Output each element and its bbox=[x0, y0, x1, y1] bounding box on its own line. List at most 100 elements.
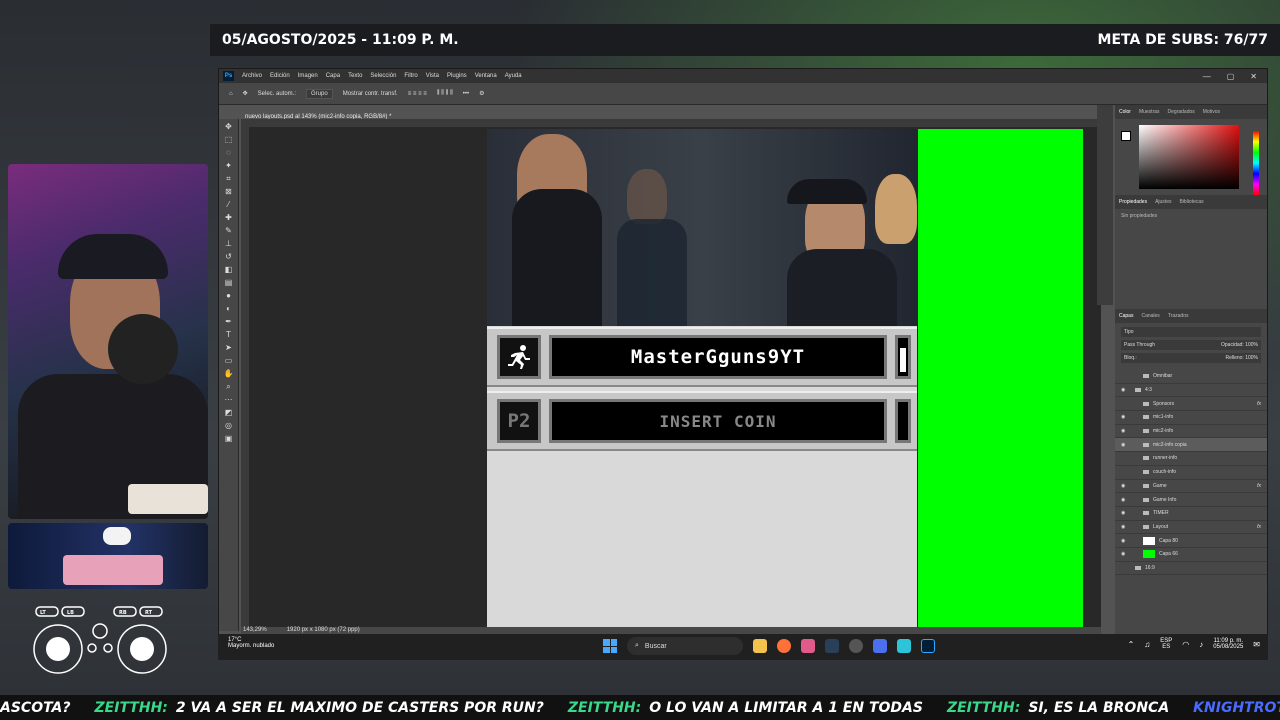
system-clock[interactable]: 11:09 p. m. 05/08/2025 bbox=[1213, 638, 1243, 650]
document-canvas[interactable]: MasterGguns9YT P2 INSERT COIN bbox=[487, 129, 917, 627]
healing-brush-tool-icon[interactable]: ✚ bbox=[224, 214, 234, 222]
visibility-eye-icon[interactable]: ◉ bbox=[1121, 497, 1127, 503]
path-selection-tool-icon[interactable]: ➤ bbox=[224, 344, 234, 352]
tab-adjustments[interactable]: Ajustes bbox=[1155, 199, 1171, 205]
tray-app-icon[interactable]: ♫ bbox=[1144, 640, 1150, 649]
opacity-field[interactable]: Opacidad: 100% bbox=[1221, 342, 1258, 348]
obs-icon[interactable] bbox=[849, 639, 863, 653]
layer-row[interactable]: ◉ Game fx bbox=[1115, 480, 1267, 494]
visibility-eye-icon[interactable]: ◉ bbox=[1121, 551, 1127, 557]
windows-start-icon[interactable] bbox=[603, 639, 617, 653]
photoshop-taskbar-icon[interactable] bbox=[921, 639, 935, 653]
magic-wand-tool-icon[interactable]: ✦ bbox=[224, 162, 234, 170]
more-tools-icon[interactable]: ⋯ bbox=[224, 396, 234, 404]
visibility-eye-icon[interactable]: ◉ bbox=[1121, 483, 1127, 489]
wifi-icon[interactable]: ◠ bbox=[1182, 640, 1189, 649]
auto-select-checkbox[interactable]: Selec. autom.: bbox=[258, 91, 296, 97]
color-picker-field[interactable] bbox=[1139, 125, 1239, 189]
auto-select-dropdown[interactable]: Grupo bbox=[306, 88, 333, 99]
layer-row[interactable]: couch-info bbox=[1115, 466, 1267, 480]
layer-row[interactable]: 16:9 bbox=[1115, 562, 1267, 576]
screen-mode-icon[interactable]: ▣ bbox=[224, 435, 234, 443]
tab-channels[interactable]: Canales bbox=[1141, 313, 1159, 319]
menu-capa[interactable]: Capa bbox=[326, 73, 340, 79]
layer-row[interactable]: ◉ Layout fx bbox=[1115, 521, 1267, 535]
visibility-eye-icon[interactable]: ◉ bbox=[1121, 510, 1127, 516]
tab-layers[interactable]: Capas bbox=[1119, 313, 1133, 319]
marquee-tool-icon[interactable]: ⬚ bbox=[224, 136, 234, 144]
fill-field[interactable]: Relleno: 100% bbox=[1225, 355, 1258, 361]
canvas-area[interactable]: MasterGguns9YT P2 INSERT COIN bbox=[241, 119, 1101, 627]
taskbar-search[interactable]: ⌕ Buscar bbox=[627, 637, 743, 655]
tab-paths[interactable]: Trazados bbox=[1168, 313, 1189, 319]
distribute-icons[interactable]: ⫼ ⫼ ⫼ ⫼ bbox=[437, 90, 453, 97]
layer-effects-icon[interactable]: fx bbox=[1257, 401, 1261, 407]
tab-libraries[interactable]: Bibliotecas bbox=[1179, 199, 1203, 205]
layer-row[interactable]: Omnibar bbox=[1115, 370, 1267, 384]
visibility-eye-icon[interactable]: ◉ bbox=[1121, 414, 1127, 420]
transform-controls-checkbox[interactable]: Mostrar contr. transf. bbox=[343, 91, 398, 97]
menu-plugins[interactable]: Plugins bbox=[447, 73, 467, 79]
visibility-eye-icon[interactable]: ◉ bbox=[1121, 387, 1127, 393]
layer-row[interactable]: ◉ 4:3 bbox=[1115, 384, 1267, 398]
foreground-color-swatch[interactable] bbox=[1121, 131, 1131, 141]
tab-color[interactable]: Color bbox=[1119, 109, 1131, 115]
file-explorer-icon[interactable] bbox=[753, 639, 767, 653]
stamp-tool-icon[interactable]: ⊥ bbox=[224, 240, 234, 248]
home-icon[interactable]: ⌂ bbox=[229, 91, 233, 97]
quick-mask-icon[interactable]: ◎ bbox=[224, 422, 234, 430]
foreground-background-color-icon[interactable]: ◩ bbox=[224, 409, 234, 417]
hue-slider[interactable] bbox=[1253, 131, 1259, 195]
history-brush-tool-icon[interactable]: ↺ bbox=[224, 253, 234, 261]
tab-gradients[interactable]: Degradados bbox=[1168, 109, 1195, 115]
layer-row[interactable]: Sponsors fx bbox=[1115, 397, 1267, 412]
shape-tool-icon[interactable]: ▭ bbox=[224, 357, 234, 365]
app-icon[interactable] bbox=[801, 639, 815, 653]
firefox-icon[interactable] bbox=[777, 639, 791, 653]
menu-vista[interactable]: Vista bbox=[426, 73, 439, 79]
layer-row[interactable]: ◉ TIMER bbox=[1115, 507, 1267, 521]
visibility-eye-icon[interactable]: ◉ bbox=[1121, 428, 1127, 434]
frame-tool-icon[interactable]: ⊠ bbox=[224, 188, 234, 196]
pen-tool-icon[interactable]: ✒ bbox=[224, 318, 234, 326]
tab-patterns[interactable]: Motivos bbox=[1203, 109, 1220, 115]
weather-widget[interactable]: 17°C Mayorm. nublado bbox=[228, 637, 274, 649]
layer-filter-dropdown[interactable]: Tipo bbox=[1121, 327, 1261, 337]
layer-row[interactable]: ◉ Capa 80 bbox=[1115, 534, 1267, 548]
layer-effects-icon[interactable]: fx bbox=[1257, 524, 1261, 530]
layer-row[interactable]: runner-info bbox=[1115, 452, 1267, 466]
eyedropper-tool-icon[interactable]: ⁄ bbox=[224, 201, 234, 209]
menu-edicion[interactable]: Edición bbox=[270, 73, 290, 79]
tab-properties[interactable]: Propiedades bbox=[1119, 199, 1147, 205]
layer-effects-icon[interactable]: fx bbox=[1257, 483, 1261, 489]
type-tool-icon[interactable]: T bbox=[224, 331, 234, 339]
close-icon[interactable]: ✕ bbox=[1250, 72, 1257, 81]
align-icons[interactable]: ≡ ≡ ≡ ≡ bbox=[408, 91, 427, 97]
move-tool-icon[interactable]: ✥ bbox=[243, 90, 248, 97]
layer-row[interactable]: ◉ mic2-info copia bbox=[1115, 438, 1267, 453]
crop-tool-icon[interactable]: ⌗ bbox=[224, 175, 234, 183]
app-icon-2[interactable] bbox=[873, 639, 887, 653]
layer-row[interactable]: ◉ Capa 66 bbox=[1115, 548, 1267, 562]
app-icon-3[interactable] bbox=[897, 639, 911, 653]
layer-row[interactable]: ◉ mic2-info bbox=[1115, 425, 1267, 439]
maximize-icon[interactable]: ▢ bbox=[1227, 72, 1235, 81]
menu-imagen[interactable]: Imagen bbox=[298, 73, 318, 79]
tab-swatches[interactable]: Muestras bbox=[1139, 109, 1160, 115]
menu-filtro[interactable]: Filtro bbox=[404, 73, 417, 79]
eraser-tool-icon[interactable]: ◧ bbox=[224, 266, 234, 274]
layer-row[interactable]: ◉ Game Info bbox=[1115, 493, 1267, 507]
volume-icon[interactable]: ♪ bbox=[1199, 640, 1203, 649]
zoom-tool-icon[interactable]: ⌕ bbox=[224, 383, 234, 391]
lasso-tool-icon[interactable]: ◌ bbox=[224, 149, 234, 157]
move-tool-icon[interactable]: ✥ bbox=[224, 123, 234, 131]
visibility-eye-icon[interactable]: ◉ bbox=[1121, 538, 1127, 544]
visibility-eye-icon[interactable]: ◉ bbox=[1121, 442, 1127, 448]
language-indicator[interactable]: ESP ES bbox=[1160, 638, 1172, 650]
hand-tool-icon[interactable]: ✋ bbox=[224, 370, 234, 378]
gradient-tool-icon[interactable]: ▤ bbox=[224, 279, 234, 287]
notifications-icon[interactable]: ✉ bbox=[1253, 640, 1260, 649]
menu-ventana[interactable]: Ventana bbox=[475, 73, 497, 79]
blend-mode-dropdown[interactable]: Pass Through bbox=[1124, 342, 1155, 348]
layer-row[interactable]: ◉ mic1-info bbox=[1115, 411, 1267, 425]
